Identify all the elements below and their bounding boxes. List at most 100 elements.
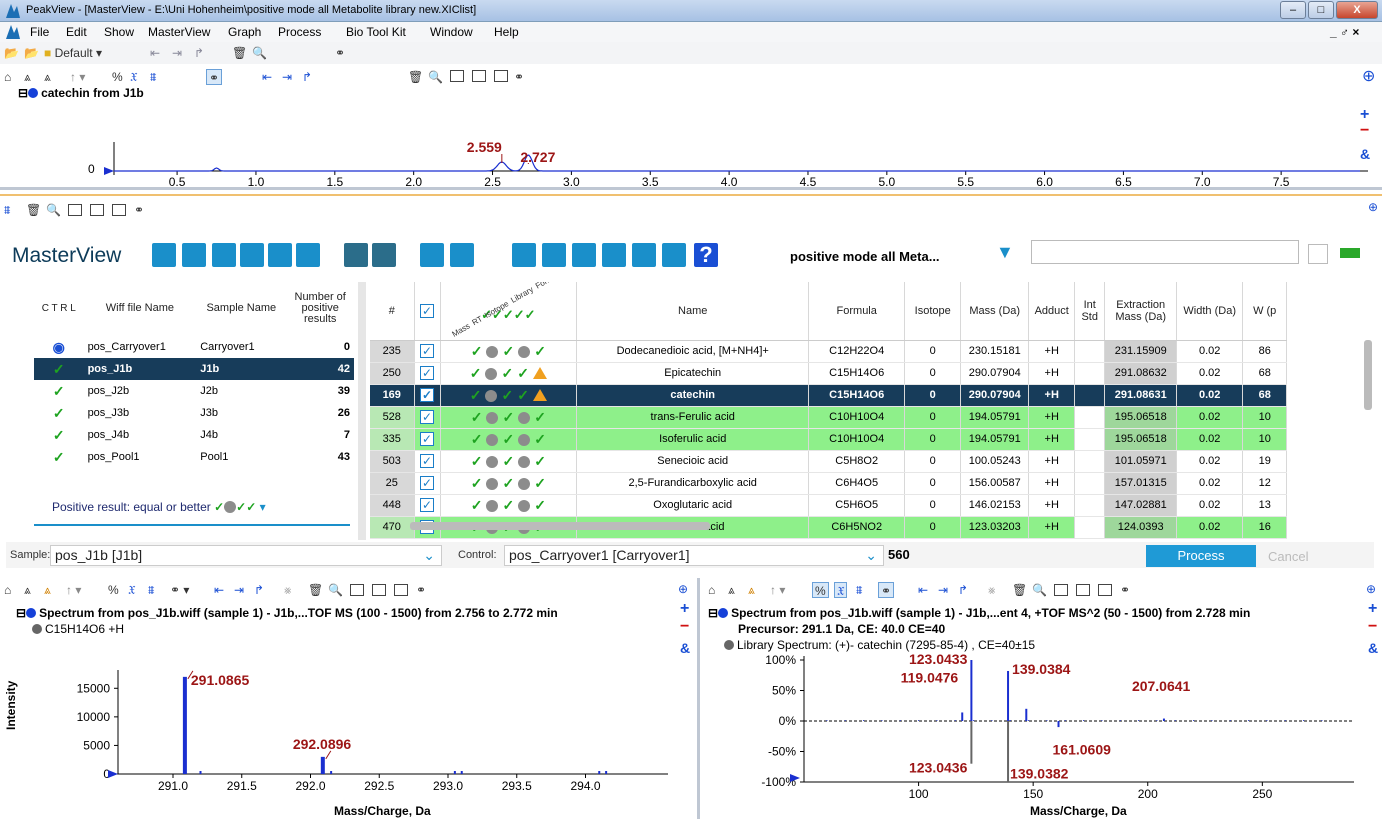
menu-process[interactable]: Process — [278, 25, 321, 39]
save-as-icon[interactable] — [240, 243, 264, 267]
header-mass[interactable]: Mass (Da) — [960, 282, 1030, 341]
row-checkbox[interactable]: ✓ — [420, 344, 434, 358]
row-int-std[interactable] — [1074, 406, 1106, 429]
app-menu-icon[interactable] — [6, 25, 20, 42]
header-isotope[interactable]: Isotope — [904, 282, 962, 341]
mv-layout-icon-1[interactable] — [68, 204, 82, 216]
sample-row[interactable]: ✓ pos_J1b J1b 42 — [34, 358, 354, 380]
sort-icon[interactable] — [344, 243, 368, 267]
row-int-std[interactable] — [1074, 494, 1106, 517]
open-folder-icon[interactable] — [182, 243, 206, 267]
menu-edit[interactable]: Edit — [66, 25, 87, 39]
cancel-button[interactable]: Cancel — [1268, 549, 1308, 564]
zoom-icon[interactable]: 🔍 — [252, 45, 267, 61]
row-check[interactable]: ✓ — [414, 406, 441, 429]
row-checkbox[interactable]: ✓ — [420, 454, 434, 468]
sample-select[interactable]: pos_J1b [J1b] ⌄ — [50, 545, 442, 566]
csv-export-icon[interactable] — [572, 243, 596, 267]
row-checkbox[interactable]: ✓ — [420, 366, 434, 380]
row-int-std[interactable] — [1074, 362, 1106, 385]
menu-help[interactable]: Help — [494, 25, 519, 39]
library-row[interactable]: 528 ✓ ✓ ✓ ✓ trans-Ferulic acid C10H10O4 0 194.05… — [370, 406, 1288, 429]
open-project-icon[interactable]: 📂 — [24, 45, 39, 61]
mv-binoculars-icon[interactable]: ⚭ — [134, 202, 144, 218]
row-check[interactable]: ✓ — [414, 450, 441, 473]
row-checkbox[interactable]: ✓ — [420, 498, 434, 512]
mv-layout-icon-2[interactable] — [90, 204, 104, 216]
header-criteria[interactable]: MassRTIsotopeLibraryFormula ✓✓✓✓✓ — [440, 282, 578, 341]
splitter[interactable] — [358, 282, 366, 540]
filter-checkbox[interactable] — [1308, 244, 1328, 264]
menu-window[interactable]: Window — [430, 25, 473, 39]
default-folder-dropdown[interactable]: ■ Default ▾ — [44, 45, 102, 61]
sample-row[interactable]: ✓ pos_Pool1 Pool1 43 — [34, 446, 354, 468]
header-ctrl[interactable]: C T R L — [34, 280, 84, 336]
minimize-button[interactable]: – — [1280, 1, 1306, 19]
menu-bio-tool-kit[interactable]: Bio Tool Kit — [346, 25, 406, 39]
sample-row[interactable]: ✓ pos_J4b J4b 7 — [34, 424, 354, 446]
row-int-std[interactable] — [1074, 428, 1106, 451]
arrow-right-icon[interactable]: ⇥ — [172, 45, 182, 61]
header-check[interactable]: ✓ — [414, 282, 441, 341]
mv-chart-icon[interactable]: ⩩ — [4, 202, 10, 218]
open-folder-icon[interactable]: 📂 — [4, 45, 19, 61]
table-view-icon[interactable] — [372, 243, 396, 267]
binoculars-icon[interactable]: ⚭ — [335, 45, 345, 61]
library-row[interactable]: 503 ✓ ✓ ✓ ✓ Senecioic acid C5H8O2 0 100.05243 +H 1… — [370, 450, 1288, 473]
header-wiff[interactable]: Wiff file Name — [84, 280, 197, 336]
row-check[interactable]: ✓ — [414, 494, 441, 517]
new-document-icon[interactable] — [152, 243, 176, 267]
csv-import-icon[interactable] — [602, 243, 626, 267]
mv-pin-icon[interactable]: ⊕ — [1368, 200, 1378, 214]
header-sample[interactable]: Sample Name — [196, 280, 286, 336]
row-check[interactable]: ✓ — [414, 428, 441, 451]
settings-gear-icon[interactable] — [512, 243, 536, 267]
row-check[interactable]: ✓ — [414, 472, 441, 495]
arrow-curve-icon[interactable]: ↱ — [194, 45, 204, 61]
sample-row[interactable]: ◉ pos_Carryover1 Carryover1 0 — [34, 336, 354, 358]
library-row[interactable]: 25 ✓ ✓ ✓ ✓ 2,5-Furandicarboxylic acid C6H4O5 0 1… — [370, 472, 1288, 495]
legend-dropdown-icon[interactable]: ▾ — [260, 500, 266, 514]
library-icon[interactable] — [632, 243, 656, 267]
library-row[interactable]: 235 ✓ ✓ ✓ ✓ Dodecanedioic acid, [M+NH4]+ C12H2… — [370, 340, 1288, 363]
header-name[interactable]: Name — [576, 282, 810, 341]
mv-layout-icon-3[interactable] — [112, 204, 126, 216]
row-check[interactable]: ✓ — [414, 340, 441, 363]
print-icon[interactable] — [542, 243, 566, 267]
row-check[interactable]: ✓ — [414, 362, 441, 385]
save-icon[interactable] — [212, 243, 236, 267]
header-extraction-mass[interactable]: Extraction Mass (Da) — [1104, 282, 1178, 341]
row-int-std[interactable] — [1074, 516, 1106, 539]
process-button[interactable]: Process — [1146, 545, 1256, 567]
row-checkbox[interactable]: ✓ — [420, 410, 434, 424]
table-vscroll[interactable] — [1364, 340, 1372, 410]
menu-file[interactable]: File — [30, 25, 49, 39]
help-icon[interactable]: ? — [694, 243, 718, 267]
table-hscroll[interactable] — [410, 522, 710, 530]
trash-icon[interactable]: 🗑 — [232, 45, 247, 61]
filter-input[interactable] — [1031, 240, 1299, 264]
mdi-controls[interactable]: _ ♂ × — [1330, 25, 1359, 39]
header-int-std[interactable]: Int Std — [1074, 282, 1106, 341]
close-button[interactable]: X — [1336, 1, 1378, 19]
menu-masterview[interactable]: MasterView — [148, 25, 210, 39]
row-int-std[interactable] — [1074, 340, 1106, 363]
row-checkbox[interactable]: ✓ — [420, 476, 434, 490]
header-width[interactable]: Width (Da) — [1176, 282, 1244, 341]
menu-graph[interactable]: Graph — [228, 25, 261, 39]
library-row[interactable]: 169 ✓ ✓ ✓ ✓ catechin C15H14O6 0 290.07904 +H 291.0… — [370, 384, 1288, 407]
row-int-std[interactable] — [1074, 472, 1106, 495]
maximize-button[interactable]: □ — [1308, 1, 1334, 19]
header-w[interactable]: W (p — [1242, 282, 1288, 341]
mv-trash-icon[interactable]: 🗑 — [26, 202, 41, 218]
header-formula[interactable]: Formula — [808, 282, 906, 341]
row-int-std[interactable] — [1074, 450, 1106, 473]
sample-row[interactable]: ✓ pos_J2b J2b 39 — [34, 380, 354, 402]
sample-row[interactable]: ✓ pos_J3b J3b 26 — [34, 402, 354, 424]
row-check[interactable]: ✓ — [414, 384, 441, 407]
header-adduct[interactable]: Adduct — [1028, 282, 1076, 341]
arrow-left-icon[interactable]: ⇤ — [150, 45, 160, 61]
close-file-icon[interactable] — [296, 243, 320, 267]
library-row[interactable]: 250 ✓ ✓ ✓ ✓ Epicatechin C15H14O6 0 290.07904 +H 29… — [370, 362, 1288, 385]
mq-icon[interactable] — [420, 243, 444, 267]
